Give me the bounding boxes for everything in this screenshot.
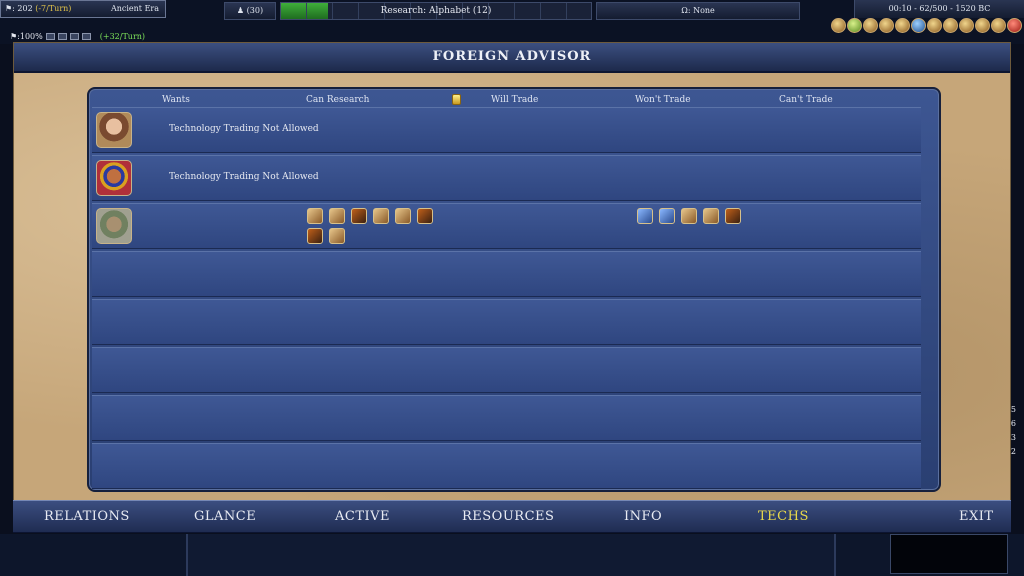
tab-active[interactable]: ACTIVE <box>335 509 390 524</box>
great-person-label: Ω: None <box>681 6 715 15</box>
tech-icon[interactable] <box>307 208 323 224</box>
table-row <box>92 251 921 297</box>
turn-clock: 00:10 - 62/500 - 1520 BC <box>854 0 1024 18</box>
table-row <box>92 395 921 441</box>
table-row <box>92 203 921 249</box>
bottom-hud <box>0 534 1024 576</box>
tech-icon[interactable] <box>681 208 697 224</box>
side-number: 5 <box>1010 405 1016 414</box>
foreign-advisor-window: FOREIGN ADVISOR Wants Can Research Will … <box>13 42 1011 532</box>
person-icon: ♟ <box>236 6 245 15</box>
advisor-tab-bar: RELATIONS GLANCE ACTIVE RESOURCES INFO T… <box>13 500 1011 533</box>
minimap[interactable] <box>890 534 1008 574</box>
row-message: Technology Trading Not Allowed <box>169 124 319 134</box>
tab-info[interactable]: INFO <box>624 509 662 524</box>
tech-icon[interactable] <box>395 208 411 224</box>
table-row: Technology Trading Not Allowed <box>92 107 921 153</box>
table-row <box>92 443 921 489</box>
research-label: Research: Alphabet (12) <box>380 6 492 16</box>
religion-advisor-icon[interactable] <box>927 18 942 33</box>
great-person-bar[interactable]: Ω: None <box>596 2 800 20</box>
side-number: 3 <box>1010 433 1016 442</box>
tech-icon[interactable] <box>417 208 433 224</box>
gold-icon <box>452 94 461 105</box>
tech-advisor-icon[interactable] <box>911 18 926 33</box>
commerce-rate-row: ⚑:100% (+32/Turn) <box>10 32 145 41</box>
era-label: Ancient Era <box>110 4 159 13</box>
rate-increase-button[interactable] <box>45 33 55 40</box>
research-progress-bar[interactable]: Research: Alphabet (12) <box>280 2 592 20</box>
side-number: 2 <box>1010 447 1016 456</box>
rate-percent: ⚑:100% <box>10 32 43 41</box>
tab-resources[interactable]: RESOURCES <box>462 509 554 524</box>
col-will-trade: Will Trade <box>491 95 539 105</box>
game-screen: ⚑: 202 (-7/Turn) Ancient Era ♟ (30) Rese… <box>0 0 1024 576</box>
window-title: FOREIGN ADVISOR <box>432 49 592 64</box>
finance-advisor-icon[interactable] <box>847 18 862 33</box>
title-bar: FOREIGN ADVISOR <box>14 43 1010 73</box>
rate-min-button[interactable] <box>81 33 91 40</box>
tech-icon[interactable] <box>659 208 675 224</box>
espionage-advisor-icon[interactable] <box>991 18 1006 33</box>
tech-icon[interactable] <box>329 228 345 244</box>
tab-glance[interactable]: GLANCE <box>194 509 256 524</box>
col-wants: Wants <box>162 95 190 105</box>
row-message: Technology Trading Not Allowed <box>169 172 319 182</box>
table-row: Technology Trading Not Allowed <box>92 155 921 201</box>
foreign-advisor-icon[interactable] <box>879 18 894 33</box>
tech-icon[interactable] <box>703 208 719 224</box>
side-number: 6 <box>1010 419 1016 428</box>
gold-rate: (-7/Turn) <box>35 4 72 13</box>
menu-icon[interactable] <box>1007 18 1022 33</box>
gold-amount: ⚑: 202 <box>5 4 33 13</box>
tech-icon[interactable] <box>725 208 741 224</box>
military-advisor-icon[interactable] <box>895 18 910 33</box>
gold-display[interactable]: ⚑: 202 (-7/Turn) Ancient Era <box>0 0 166 18</box>
rate-per-turn: (+32/Turn) <box>99 32 146 41</box>
leader-portrait[interactable] <box>96 208 132 244</box>
civics-advisor-icon[interactable] <box>863 18 878 33</box>
tech-trade-table: Wants Can Research Will Trade Won't Trad… <box>87 87 941 492</box>
unit-info-panel <box>0 534 188 576</box>
col-can-research: Can Research <box>306 95 370 105</box>
tech-icon[interactable] <box>637 208 653 224</box>
rate-max-button[interactable] <box>69 33 79 40</box>
population-value: (30) <box>246 6 264 15</box>
victory-advisor-icon[interactable] <box>959 18 974 33</box>
advisor-buttons <box>831 18 1022 33</box>
table-row <box>92 299 921 345</box>
leader-portrait[interactable] <box>96 160 132 196</box>
tech-icon[interactable] <box>307 228 323 244</box>
leader-portrait[interactable] <box>96 112 132 148</box>
rate-decrease-button[interactable] <box>57 33 67 40</box>
top-hud: ⚑: 202 (-7/Turn) Ancient Era ♟ (30) Rese… <box>0 0 1024 44</box>
tech-icon[interactable] <box>329 208 345 224</box>
info-advisor-icon[interactable] <box>975 18 990 33</box>
domestic-advisor-icon[interactable] <box>831 18 846 33</box>
corporation-advisor-icon[interactable] <box>943 18 958 33</box>
population-display[interactable]: ♟ (30) <box>224 2 276 20</box>
tech-icon[interactable] <box>373 208 389 224</box>
col-cant-trade: Can't Trade <box>779 95 833 105</box>
tech-icon[interactable] <box>351 208 367 224</box>
col-wont-trade: Won't Trade <box>635 95 691 105</box>
exit-button[interactable]: EXIT <box>959 509 994 524</box>
tab-techs[interactable]: TECHS <box>758 509 809 524</box>
table-row <box>92 347 921 393</box>
tab-relations[interactable]: RELATIONS <box>44 509 130 524</box>
